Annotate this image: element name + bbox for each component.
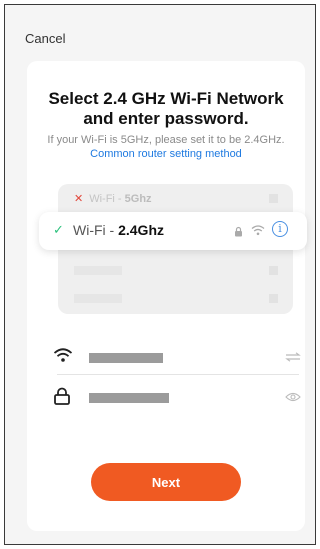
phone-screen: Cancel Select 2.4 GHz Wi-Fi Network and …: [4, 4, 316, 545]
field-divider: [57, 374, 299, 375]
cross-icon: ✕: [74, 193, 84, 205]
placeholder-square: [269, 266, 278, 275]
wifi-name-value: [89, 353, 163, 363]
placeholder-bar: [74, 266, 122, 275]
placeholder-bar: [74, 294, 122, 303]
network-5g-row: ✕ Wi-Fi - 5Ghz: [74, 192, 152, 205]
check-icon: ✓: [53, 222, 64, 237]
instruction-body: If your Wi-Fi is 5GHz, please set it to …: [47, 134, 285, 146]
wifi-name-field[interactable]: [53, 341, 301, 377]
info-icon[interactable]: i: [272, 221, 288, 237]
password-field[interactable]: [53, 381, 301, 417]
small-lock-icon: [234, 224, 243, 242]
placeholder-square: [269, 194, 278, 203]
network-24g-band: 2.4Ghz: [118, 222, 164, 238]
setup-card: Select 2.4 GHz Wi-Fi Network and enter p…: [27, 61, 307, 531]
lock-icon: [53, 387, 71, 410]
router-settings-link[interactable]: Common router setting method: [90, 148, 242, 160]
swap-arrows-icon[interactable]: [285, 349, 301, 367]
network-24g-prefix: Wi-Fi -: [73, 222, 119, 238]
cancel-button[interactable]: Cancel: [25, 31, 65, 46]
network-5g-prefix: Wi-Fi -: [89, 193, 125, 205]
title-line-2: and enter password.: [83, 109, 249, 128]
wifi-icon: [53, 347, 73, 368]
small-wifi-icon: [251, 223, 265, 241]
page-title: Select 2.4 GHz Wi-Fi Network and enter p…: [27, 89, 305, 129]
instruction-text: If your Wi-Fi is 5GHz, please set it to …: [45, 133, 287, 161]
next-button[interactable]: Next: [91, 463, 241, 501]
eye-icon[interactable]: [285, 389, 301, 407]
placeholder-square: [269, 294, 278, 303]
network-5g-band: 5Ghz: [124, 193, 152, 205]
title-line-1: Select 2.4 GHz Wi-Fi Network: [48, 89, 284, 108]
network-24g-row[interactable]: ✓ Wi-Fi - 2.4Ghz i: [39, 212, 307, 250]
password-value: [89, 393, 169, 403]
network-24g-label: Wi-Fi - 2.4Ghz: [73, 222, 164, 238]
